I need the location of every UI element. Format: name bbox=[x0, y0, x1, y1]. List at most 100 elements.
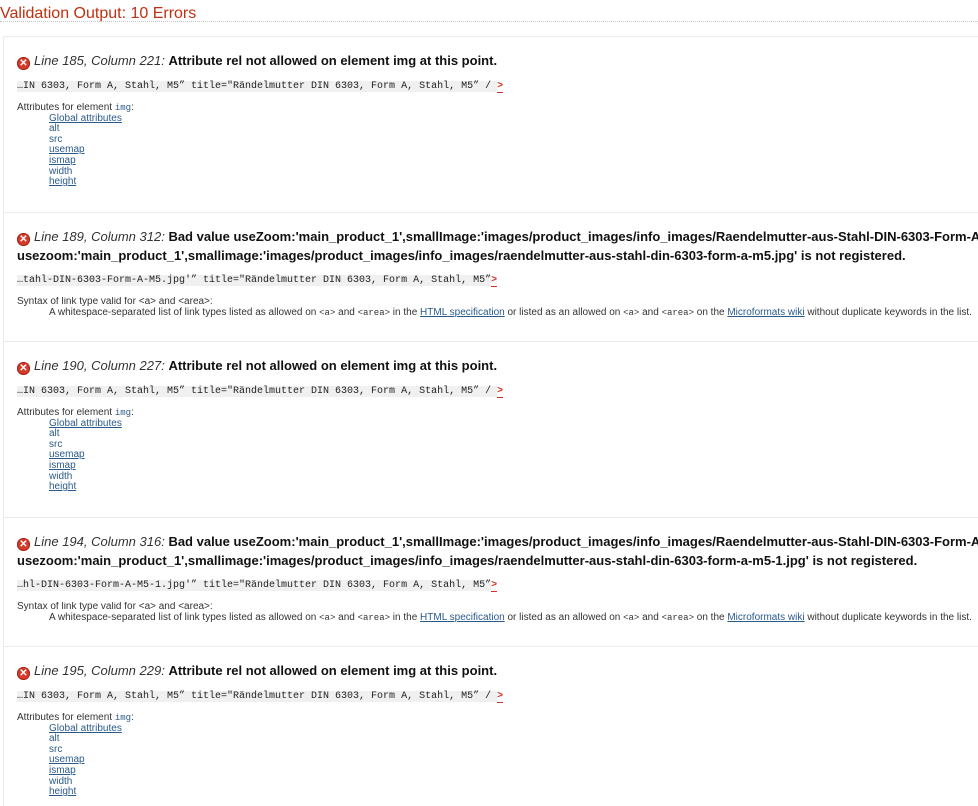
source-excerpt: …hl-DIN-6303-Form-A-M5-1.jpg'” title="Rä… bbox=[17, 580, 978, 592]
syntax-text: or listed as an allowed on bbox=[504, 611, 624, 623]
attr-link-alt[interactable]: alt bbox=[49, 428, 60, 439]
html-spec-link[interactable]: HTML specification bbox=[420, 612, 505, 623]
error-text: Attribute rel not allowed on element img… bbox=[168, 53, 498, 68]
attr-link-alt[interactable]: alt bbox=[49, 733, 60, 744]
attr-link-ismap[interactable]: ismap bbox=[49, 155, 76, 166]
page-header: Validation Output: 10 Errors bbox=[0, 0, 978, 30]
detail-colon: : bbox=[131, 408, 134, 418]
microformats-wiki-link[interactable]: Microformats wiki bbox=[727, 307, 804, 318]
attribute-list: Global attributes alt src usemap ismap w… bbox=[49, 723, 978, 798]
attr-link-usemap[interactable]: usemap bbox=[49, 144, 85, 156]
error-message: ✕ Line 185, Column 221: Attribute rel not… bbox=[17, 51, 978, 70]
error-location: Line 189, Column 312: bbox=[34, 229, 165, 244]
syntax-text: and bbox=[335, 611, 358, 623]
source-code: …hl-DIN-6303-Form-A-M5-1.jpg'” title="Rä… bbox=[17, 580, 492, 591]
syntax-text: and bbox=[335, 306, 358, 318]
source-code: …tahl-DIN-6303-Form-A-M5.jpg'” title="Rä… bbox=[17, 275, 492, 286]
microformats-wiki-link[interactable]: Microformats wiki bbox=[727, 612, 804, 623]
source-code: …IN 6303, Form A, Stahl, M5” title="Ränd… bbox=[17, 81, 498, 92]
attr-link-src[interactable]: src bbox=[49, 744, 62, 755]
syntax-code-area: <area> bbox=[357, 307, 391, 318]
attr-link-global[interactable]: Global attributes bbox=[49, 418, 122, 429]
syntax-text: in the bbox=[390, 306, 421, 318]
attr-link-ismap[interactable]: ismap bbox=[49, 460, 76, 471]
error-list: ✕ Line 185, Column 221: Attribute rel not… bbox=[3, 36, 978, 806]
error-icon: ✕ bbox=[17, 667, 30, 680]
syntax-text: and bbox=[639, 611, 662, 623]
source-excerpt: …IN 6303, Form A, Stahl, M5” title="Ränd… bbox=[17, 691, 978, 703]
detail-label: Attributes for element bbox=[17, 713, 115, 723]
detail-colon: : bbox=[131, 103, 134, 113]
attr-link-width[interactable]: width bbox=[49, 776, 72, 787]
syntax-detail: Syntax of link type valid for <a> and <a… bbox=[17, 297, 978, 318]
syntax-text: A whitespace-separated list of link type… bbox=[49, 306, 320, 318]
syntax-text: A whitespace-separated list of link type… bbox=[49, 611, 320, 623]
error-position-marker: > bbox=[497, 691, 504, 703]
detail-label: Attributes for element bbox=[17, 408, 115, 418]
attr-link-height[interactable]: height bbox=[49, 176, 76, 187]
error-text-continued: usezoom:'main_product_1',smallimage:'ima… bbox=[17, 248, 906, 263]
syntax-code-a: <a> bbox=[319, 612, 336, 623]
element-link[interactable]: img bbox=[115, 408, 131, 418]
attr-link-usemap[interactable]: usemap bbox=[49, 754, 85, 766]
attr-link-ismap[interactable]: ismap bbox=[49, 765, 76, 776]
error-item: ✕ Line 195, Column 229: Attribute rel not… bbox=[3, 646, 978, 806]
attr-link-height[interactable]: height bbox=[49, 786, 76, 797]
error-location: Line 185, Column 221: bbox=[34, 53, 165, 68]
element-link[interactable]: img bbox=[115, 713, 131, 723]
source-excerpt: …IN 6303, Form A, Stahl, M5” title="Ränd… bbox=[17, 81, 978, 93]
attr-link-width[interactable]: width bbox=[49, 166, 72, 177]
syntax-text: without duplicate keywords in the list. bbox=[804, 306, 972, 318]
syntax-code-a: <a> bbox=[623, 612, 640, 623]
error-item: ✕ Line 185, Column 221: Attribute rel not… bbox=[3, 36, 978, 212]
error-detail: Attributes for element img: Global attri… bbox=[17, 713, 978, 798]
source-excerpt: …IN 6303, Form A, Stahl, M5” title="Ränd… bbox=[17, 386, 978, 398]
syntax-text: in the bbox=[390, 611, 421, 623]
error-position-marker: > bbox=[491, 580, 498, 592]
error-message: ✕ Line 195, Column 229: Attribute rel not… bbox=[17, 661, 978, 680]
detail-label: Attributes for element bbox=[17, 103, 115, 113]
element-link[interactable]: img bbox=[115, 103, 131, 113]
source-code: …IN 6303, Form A, Stahl, M5” title="Ränd… bbox=[17, 386, 498, 397]
error-position-marker: > bbox=[491, 275, 498, 287]
attr-link-src[interactable]: src bbox=[49, 439, 62, 450]
attr-link-usemap[interactable]: usemap bbox=[49, 449, 85, 461]
error-text: Bad value useZoom:'main_product_1',small… bbox=[168, 534, 978, 549]
error-detail: Attributes for element img: Global attri… bbox=[17, 103, 978, 188]
error-detail: Attributes for element img: Global attri… bbox=[17, 408, 978, 493]
detail-colon: : bbox=[131, 713, 134, 723]
error-location: Line 195, Column 229: bbox=[34, 663, 165, 678]
syntax-text: and bbox=[639, 306, 662, 318]
error-icon: ✕ bbox=[17, 538, 30, 551]
syntax-code-area: <area> bbox=[661, 307, 694, 318]
attr-link-global[interactable]: Global attributes bbox=[49, 113, 122, 124]
attribute-list: Global attributes alt src usemap ismap w… bbox=[49, 418, 978, 493]
html-spec-link[interactable]: HTML specification bbox=[420, 307, 505, 318]
attr-link-height[interactable]: height bbox=[49, 481, 76, 492]
syntax-text: on the bbox=[693, 306, 728, 318]
error-location: Line 190, Column 227: bbox=[34, 358, 165, 373]
syntax-code-a: <a> bbox=[623, 307, 640, 318]
error-text: Attribute rel not allowed on element img… bbox=[168, 663, 498, 678]
syntax-text: or listed as an allowed on bbox=[504, 306, 624, 318]
attr-link-alt[interactable]: alt bbox=[49, 123, 60, 134]
error-position-marker: > bbox=[497, 81, 504, 93]
syntax-code-area: <area> bbox=[661, 612, 694, 623]
syntax-description: A whitespace-separated list of link type… bbox=[49, 611, 978, 624]
syntax-detail: Syntax of link type valid for <a> and <a… bbox=[17, 602, 978, 623]
error-message: ✕ Line 190, Column 227: Attribute rel not… bbox=[17, 356, 978, 375]
error-icon: ✕ bbox=[17, 57, 30, 70]
error-item: ✕ Line 189, Column 312: Bad value useZoom… bbox=[3, 212, 978, 341]
title-divider bbox=[0, 21, 978, 22]
error-location: Line 194, Column 316: bbox=[34, 534, 165, 549]
attribute-list: Global attributes alt src usemap ismap w… bbox=[49, 113, 978, 188]
error-message: ✕ Line 194, Column 316: Bad value useZoom… bbox=[17, 532, 978, 551]
attr-link-global[interactable]: Global attributes bbox=[49, 723, 122, 734]
syntax-text: on the bbox=[693, 611, 728, 623]
error-item: ✕ Line 194, Column 316: Bad value useZoom… bbox=[3, 517, 978, 646]
error-message: ✕ Line 189, Column 312: Bad value useZoom… bbox=[17, 227, 978, 246]
attr-link-src[interactable]: src bbox=[49, 134, 62, 145]
error-text: Attribute rel not allowed on element img… bbox=[168, 358, 498, 373]
source-code: …IN 6303, Form A, Stahl, M5” title="Ränd… bbox=[17, 691, 498, 702]
attr-link-width[interactable]: width bbox=[49, 471, 72, 482]
